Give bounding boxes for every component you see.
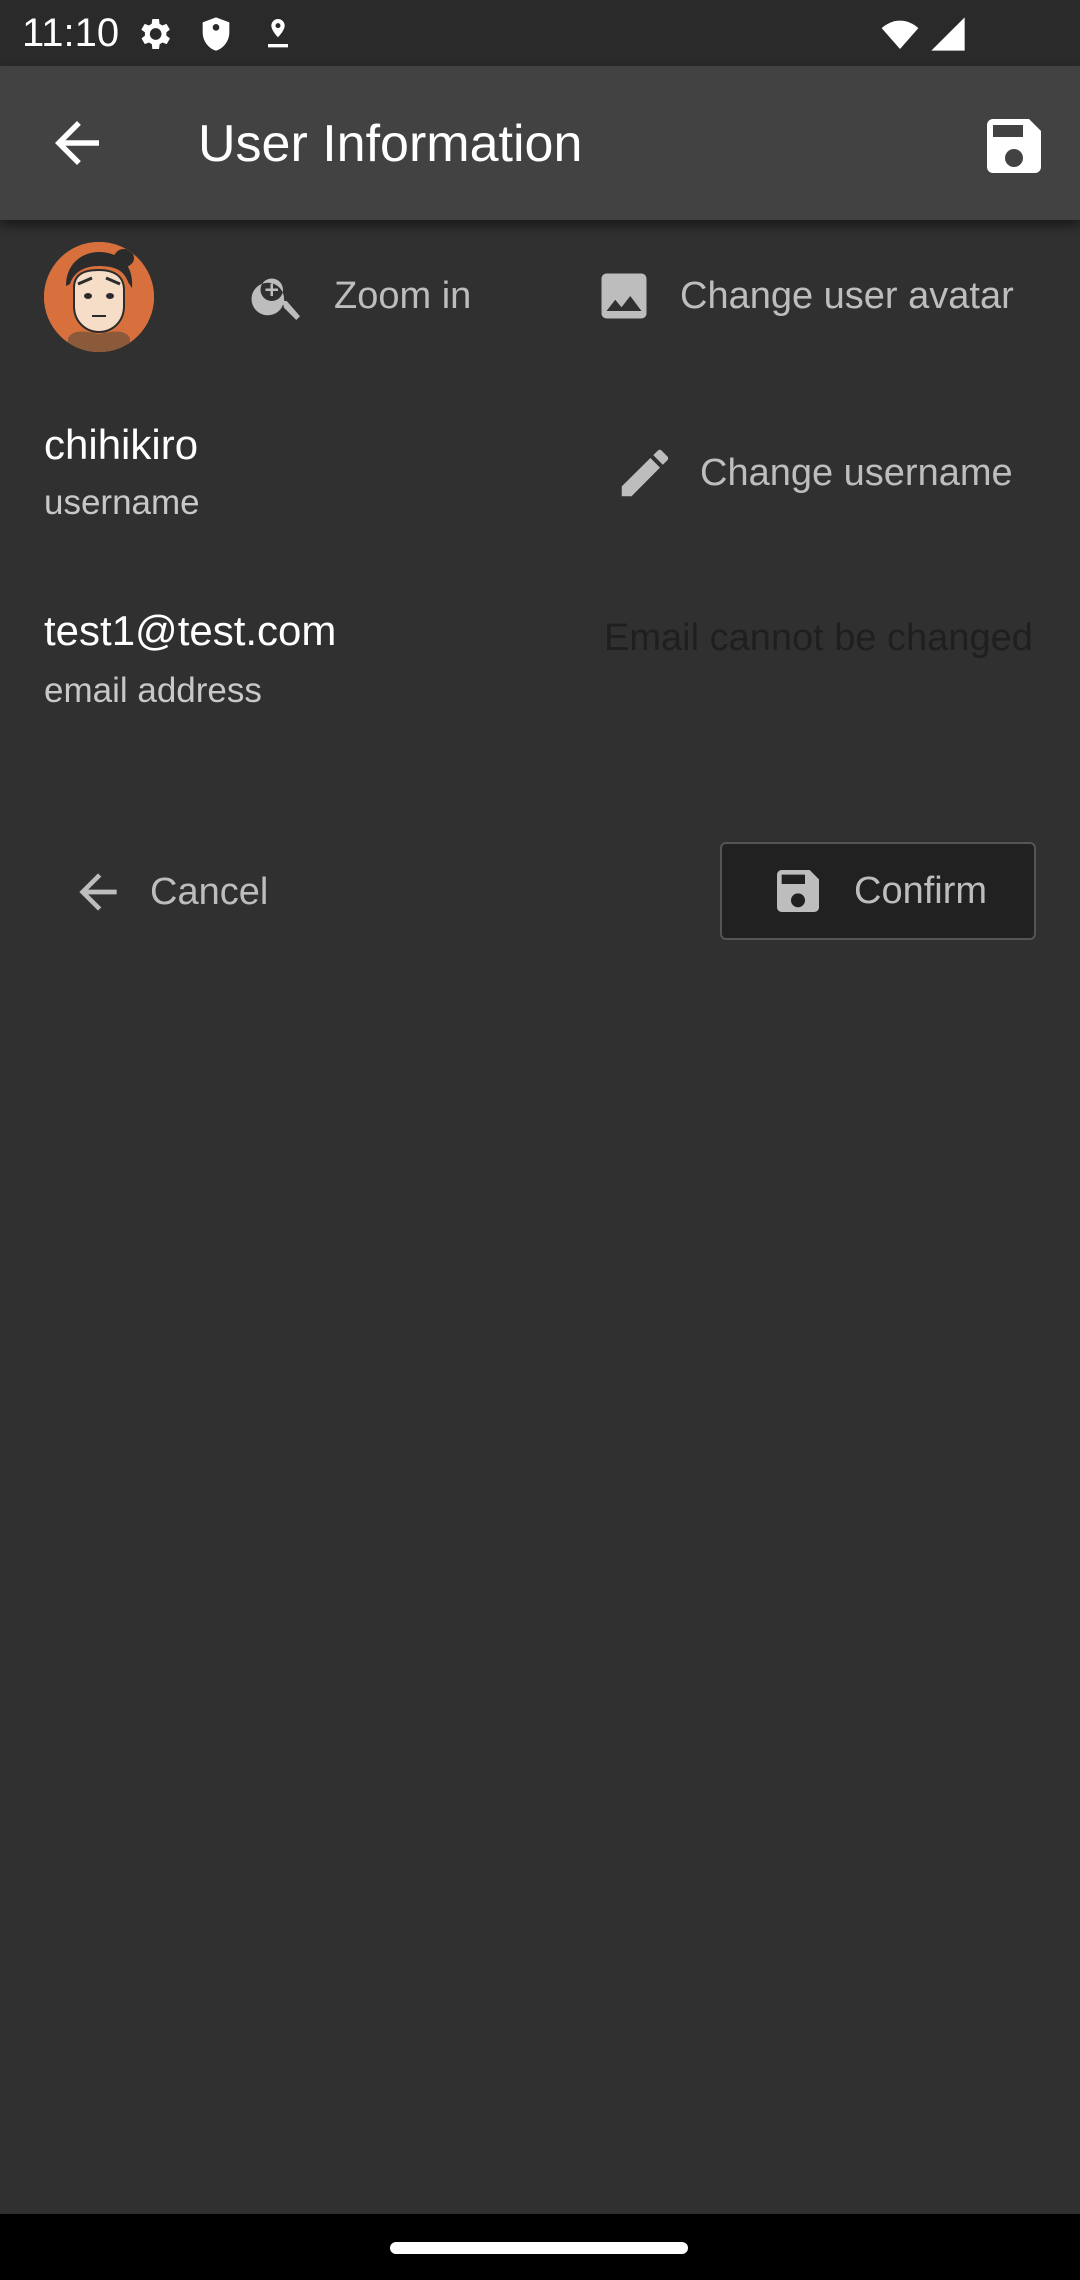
app-bar: User Information	[0, 66, 1080, 220]
status-bar: 11:10	[0, 0, 1080, 66]
page-title: User Information	[198, 115, 583, 173]
wifi-icon	[881, 20, 919, 49]
save-icon	[777, 870, 819, 912]
email-value: test1@test.com	[44, 607, 337, 654]
cell-signal-icon	[931, 17, 965, 51]
zoom-in-icon	[251, 278, 300, 320]
avatar-image	[44, 242, 154, 352]
email-note: Email cannot be changed	[604, 617, 1033, 659]
home-gesture-handle[interactable]	[390, 2242, 688, 2254]
zoom-in-button[interactable]: Zoom in	[248, 266, 471, 326]
change-username-label: Change username	[700, 452, 1013, 494]
change-avatar-label: Change user avatar	[680, 275, 1014, 317]
location-icon	[268, 19, 288, 48]
confirm-label: Confirm	[854, 869, 988, 912]
status-time: 11:10	[22, 11, 120, 55]
settings-gear-icon	[141, 19, 170, 49]
back-arrow-icon[interactable]	[44, 110, 110, 176]
change-username-button[interactable]: Change username	[614, 442, 1013, 504]
arrow-back-icon	[79, 873, 117, 911]
system-nav-bar	[0, 2214, 1080, 2280]
user-avatar[interactable]	[44, 242, 154, 352]
email-label: email address	[44, 671, 262, 710]
cancel-button[interactable]: Cancel	[70, 864, 268, 920]
zoom-in-label: Zoom in	[334, 275, 472, 317]
confirm-button[interactable]: Confirm	[720, 842, 1036, 940]
change-avatar-button[interactable]: Change user avatar	[594, 266, 1014, 326]
username-value: chihikiro	[44, 421, 199, 468]
image-icon	[601, 273, 647, 319]
save-icon[interactable]	[978, 110, 1050, 182]
cancel-label: Cancel	[150, 871, 269, 913]
pencil-icon	[621, 449, 669, 497]
shield-icon	[202, 17, 230, 51]
username-label: username	[44, 483, 200, 522]
